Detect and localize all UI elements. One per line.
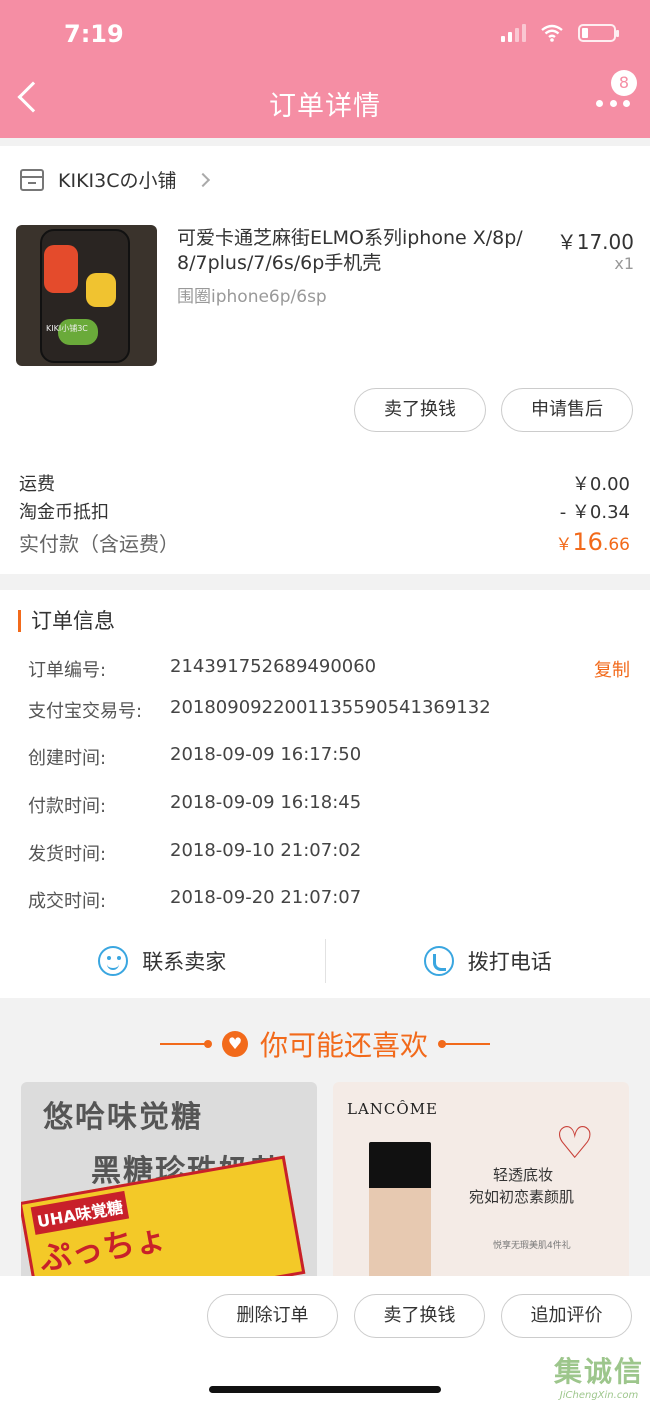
order-info-card: 订单信息 复制 订单编号: 214391752689490060 支付宝交易号: 2… [0,590,650,998]
after-sale-button[interactable]: 申请售后 [501,388,633,432]
contact-seller-button[interactable]: 联系卖家 [0,936,325,986]
wifi-icon [541,24,563,42]
contact-bar: 联系卖家 拨打电话 [0,936,650,986]
chevron-right-icon [196,172,211,187]
recommend-card-candy[interactable]: 悠哈味觉糖 黑糖珍珠奶茶 UHA味覚糖 ぷっちょ [21,1082,317,1282]
paid-label: 实付款（含运费） [19,532,179,556]
watermark-logo: 集诚信 JiChengXin.com [553,1355,644,1401]
paid-amount: ￥16.66 [555,528,630,556]
product-quantity: x1 [614,254,634,273]
message-badge[interactable]: 8 [611,70,637,96]
heart-icon: ♥ [221,1031,248,1057]
product-title[interactable]: 可爱卡通芝麻街ELMO系列iphone X/8p/ 8/7plus/7/6s/6… [177,226,547,276]
status-icons [501,24,619,42]
top-bar: 7:19 订单详情 8 [0,0,650,138]
order-info-title: 订单信息 [18,610,115,632]
product-price: ￥17.00 [556,230,634,254]
product-thumbnail[interactable]: KIKI小铺3C [16,225,157,366]
sell-button[interactable]: 卖了换钱 [354,388,486,432]
status-time: 7:19 [64,20,124,48]
thumbnail-brand: KIKI小铺3C [46,324,88,333]
completed-time-row: 成交时间: 2018-09-20 21:07:07 [28,887,362,912]
sell-button-bottom[interactable]: 卖了换钱 [354,1294,485,1338]
shop-link[interactable]: KIKI3Cの小铺 [20,166,211,193]
recommend-heading: ♥ 你可能还喜欢 [0,1024,650,1064]
foundation-bottle-image [369,1142,431,1282]
coin-label: 淘金币抵扣 [19,502,109,523]
created-time-row: 创建时间: 2018-09-09 16:17:50 [28,744,362,769]
recommend-title: 你可能还喜欢 [259,1029,428,1062]
battery-icon [578,24,619,42]
shop-icon [20,168,44,191]
decor-line [438,1040,490,1048]
phone-icon [423,946,454,976]
shipped-time-row: 发货时间: 2018-09-10 21:07:02 [28,840,362,865]
recommend-card-lancome[interactable]: LANCÔME 轻透底妆 宛如初恋素颜肌 悦享无瑕美肌4件礼 ♡ [333,1082,629,1282]
shipping-row: 运费 ￥0.00 [19,470,630,496]
copy-order-number-button[interactable]: 复制 [594,656,630,682]
home-indicator[interactable] [209,1386,441,1393]
heart-decor-icon: ♡ [555,1118,595,1169]
call-button[interactable]: 拨打电话 [326,936,650,986]
alipay-trade-row: 支付宝交易号: 2018090922001135590541369132 [28,697,491,722]
more-menu-button[interactable] [596,100,630,110]
add-review-button[interactable]: 追加评价 [501,1294,632,1338]
product-spec: 围圈iphone6p/6sp [177,287,327,307]
alipay-trade-number: 2018090922001135590541369132 [170,697,491,718]
decor-line [159,1040,212,1048]
coin-deduction-row: 淘金币抵扣 - ￥0.34 [19,498,630,524]
order-number: 214391752689490060 [170,656,377,677]
paid-time-row: 付款时间: 2018-09-09 16:18:45 [28,792,362,817]
delete-order-button[interactable]: 删除订单 [207,1294,338,1338]
page-title: 订单详情 [269,91,381,122]
order-item-card: KIKI3Cの小铺 KIKI小铺3C 可爱卡通芝麻街ELMO系列iphone X… [0,146,650,574]
paid-row: 实付款（含运费） ￥16.66 [19,528,630,557]
bottom-action-bar: 删除订单 卖了换钱 追加评价 集诚信 JiChengXin.com [0,1276,650,1406]
order-number-row: 订单编号: 214391752689490060 [28,656,377,681]
coin-value: - ￥0.34 [559,502,630,523]
signal-icon [501,24,526,42]
shipping-value: ￥0.00 [571,474,630,495]
shipping-label: 运费 [19,474,55,495]
chat-icon [98,946,129,976]
shop-name: KIKI3Cの小铺 [58,170,177,192]
